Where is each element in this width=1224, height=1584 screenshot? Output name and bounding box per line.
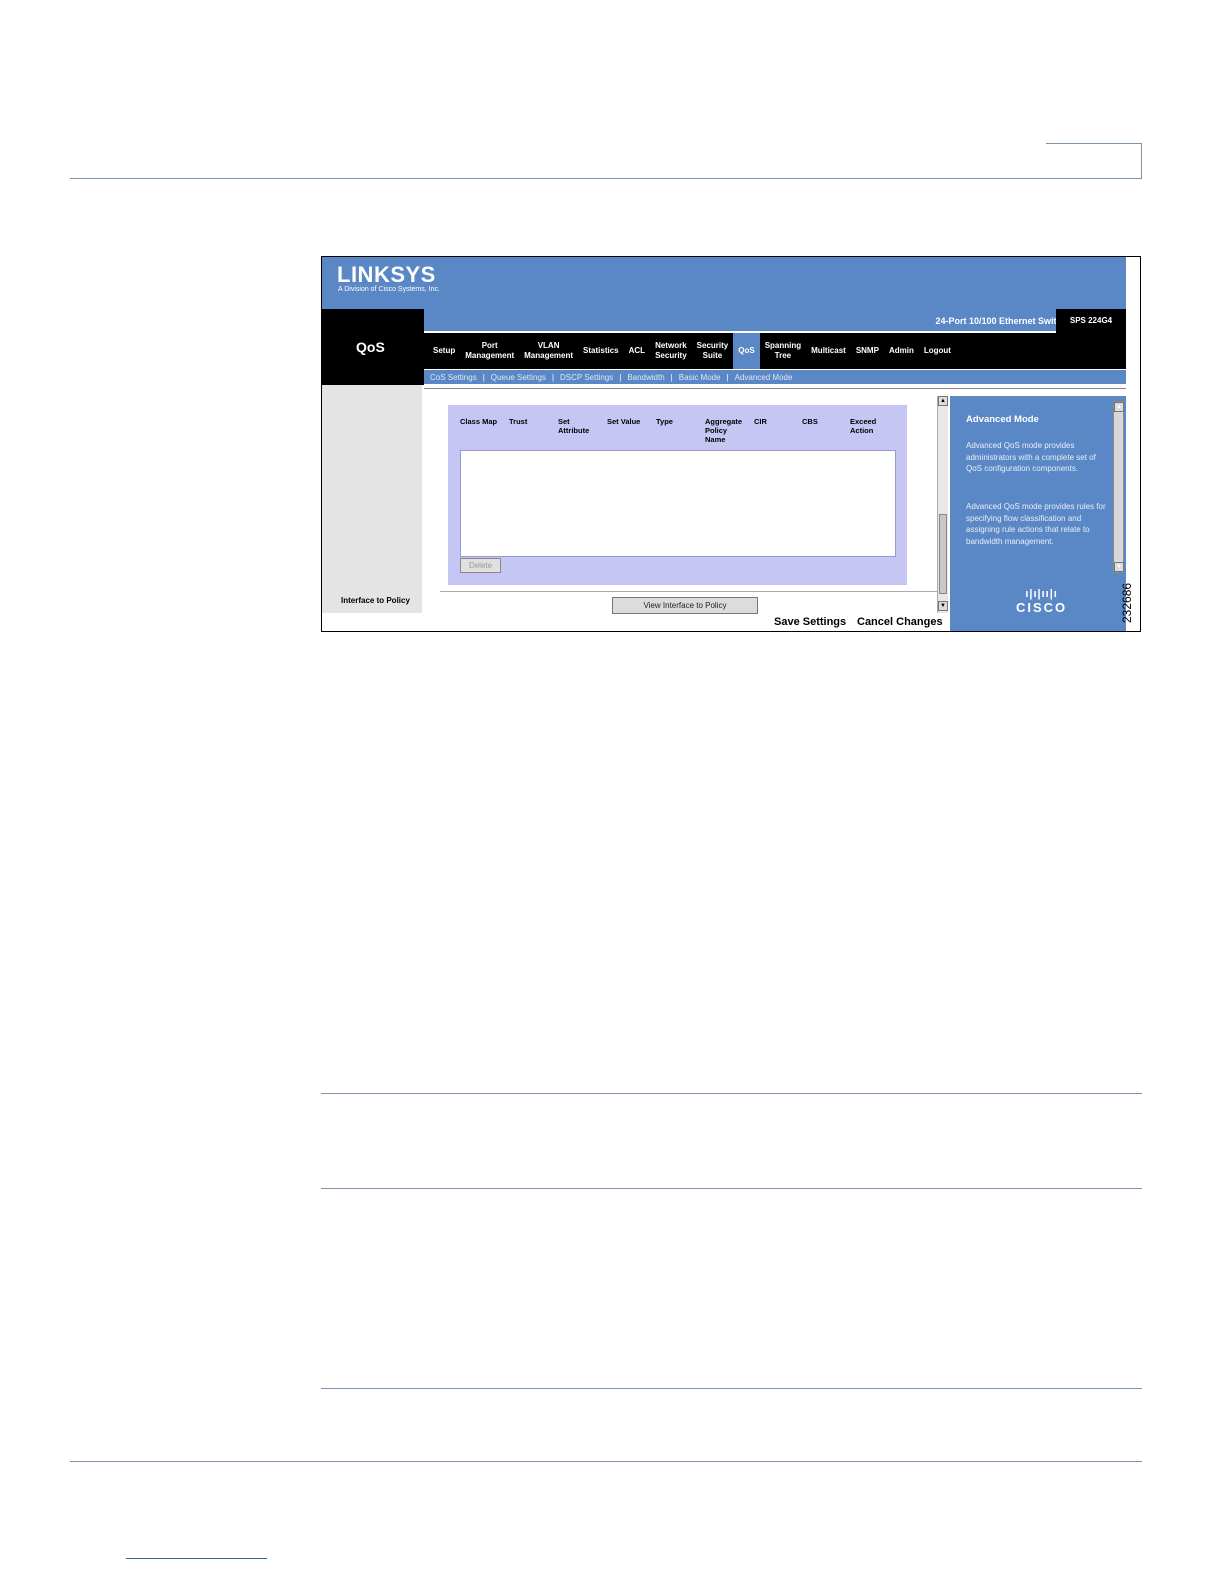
policy-table-body[interactable] (460, 450, 896, 557)
column-header-set-value: Set Value (607, 417, 641, 426)
cisco-wordmark: CISCO (1016, 600, 1068, 615)
model-number: SPS 224G4 (1056, 309, 1126, 333)
column-header-set-attribute: Set Attribute (558, 417, 590, 435)
nav-vlan-management[interactable]: VLAN Management (519, 333, 578, 369)
column-header-aggregate-policy-name: Aggregate Policy Name (705, 417, 743, 444)
linksys-qos-screenshot: LINKSYS A Division of Cisco Systems, Inc… (321, 256, 1141, 632)
nav-qos[interactable]: QoS (733, 333, 760, 369)
help-scroll-down-icon[interactable]: ▼ (1114, 562, 1124, 572)
subnav-queue-settings[interactable]: Queue Settings (491, 373, 546, 382)
scroll-thumb[interactable] (939, 514, 947, 594)
help-paragraph-1: Advanced QoS mode provides administrator… (966, 441, 1096, 473)
help-title: Advanced Mode (966, 414, 1039, 425)
help-panel: Advanced Mode Advanced QoS mode provides… (950, 396, 1126, 631)
column-header-trust: Trust (509, 417, 528, 426)
footer-rule (70, 1461, 1142, 1462)
help-scrollbar[interactable]: ▲ ▼ (1113, 401, 1124, 573)
table-rule-3 (321, 1388, 1142, 1389)
main-nav: Setup Port Management VLAN Management St… (424, 333, 1126, 369)
nav-security-suite[interactable]: Security Suite (692, 333, 734, 369)
column-header-exceed-action: Exceed Action (850, 417, 877, 435)
subnav-separator: | (482, 372, 485, 382)
view-interface-to-policy-button[interactable]: View Interface to Policy (612, 597, 758, 614)
nav-multicast[interactable]: Multicast (806, 333, 851, 369)
product-name: 24-Port 10/100 Ethernet Switch (935, 316, 1067, 326)
column-header-type: Type (656, 417, 673, 426)
subnav-separator: | (670, 372, 673, 382)
nav-statistics[interactable]: Statistics (578, 333, 624, 369)
sidebar-item-interface-to-policy[interactable]: Interface to Policy (341, 596, 410, 605)
subnav-dscp-settings[interactable]: DSCP Settings (560, 373, 613, 382)
sidebar (322, 385, 422, 613)
column-header-cir: CIR (754, 417, 767, 426)
nav-port-management[interactable]: Port Management (460, 333, 519, 369)
save-settings-button[interactable]: Save Settings (774, 616, 846, 628)
chapter-tab (1046, 143, 1142, 179)
subnav-separator: | (726, 372, 729, 382)
linksys-tagline: A Division of Cisco Systems, Inc. (338, 286, 440, 293)
content-divider (424, 388, 1126, 389)
nav-spanning-tree[interactable]: Spanning Tree (760, 333, 806, 369)
page-title: QoS (356, 339, 385, 355)
linksys-logo: LINKSYS (337, 262, 436, 287)
subnav-cos-settings[interactable]: CoS Settings (430, 373, 477, 382)
sub-nav: CoS Settings | Queue Settings | DSCP Set… (424, 370, 1126, 384)
cisco-bars-icon: ı|ı|ıı|ı (1025, 588, 1058, 600)
table-rule-1 (321, 1093, 1142, 1094)
panel-divider (440, 591, 938, 592)
delete-button[interactable]: Delete (460, 558, 501, 573)
header-band: LINKSYS A Division of Cisco Systems, Inc… (322, 257, 1126, 309)
help-paragraph-2: Advanced QoS mode provides rules for spe… (966, 502, 1106, 546)
subnav-separator: | (619, 372, 622, 382)
scroll-up-arrow-icon[interactable]: ▲ (938, 396, 948, 406)
header-rule (70, 178, 1142, 179)
table-rule-2 (321, 1188, 1142, 1189)
nav-acl[interactable]: ACL (624, 333, 650, 369)
nav-setup[interactable]: Setup (428, 333, 460, 369)
column-header-cbs: CBS (802, 417, 818, 426)
cancel-changes-button[interactable]: Cancel Changes (857, 616, 943, 628)
subnav-basic-mode[interactable]: Basic Mode (679, 373, 721, 382)
cisco-logo: ı|ı|ıı|ı CISCO (1016, 588, 1067, 615)
subnav-separator: | (551, 372, 555, 382)
nav-network-security[interactable]: Network Security (650, 333, 692, 369)
column-header-class-map: Class Map (460, 417, 498, 426)
subnav-bandwidth[interactable]: Bandwidth (627, 373, 664, 382)
nav-admin[interactable]: Admin (884, 333, 919, 369)
figure-number: 232686 (1120, 582, 1134, 623)
footer-link-underline (126, 1558, 267, 1559)
scroll-down-arrow-icon[interactable]: ▼ (938, 601, 948, 611)
nav-snmp[interactable]: SNMP (851, 333, 884, 369)
help-scroll-up-icon[interactable]: ▲ (1114, 402, 1124, 412)
content-scrollbar[interactable]: ▲ ▼ (937, 396, 948, 613)
subnav-advanced-mode[interactable]: Advanced Mode (735, 373, 793, 382)
nav-logout[interactable]: Logout (919, 333, 956, 369)
